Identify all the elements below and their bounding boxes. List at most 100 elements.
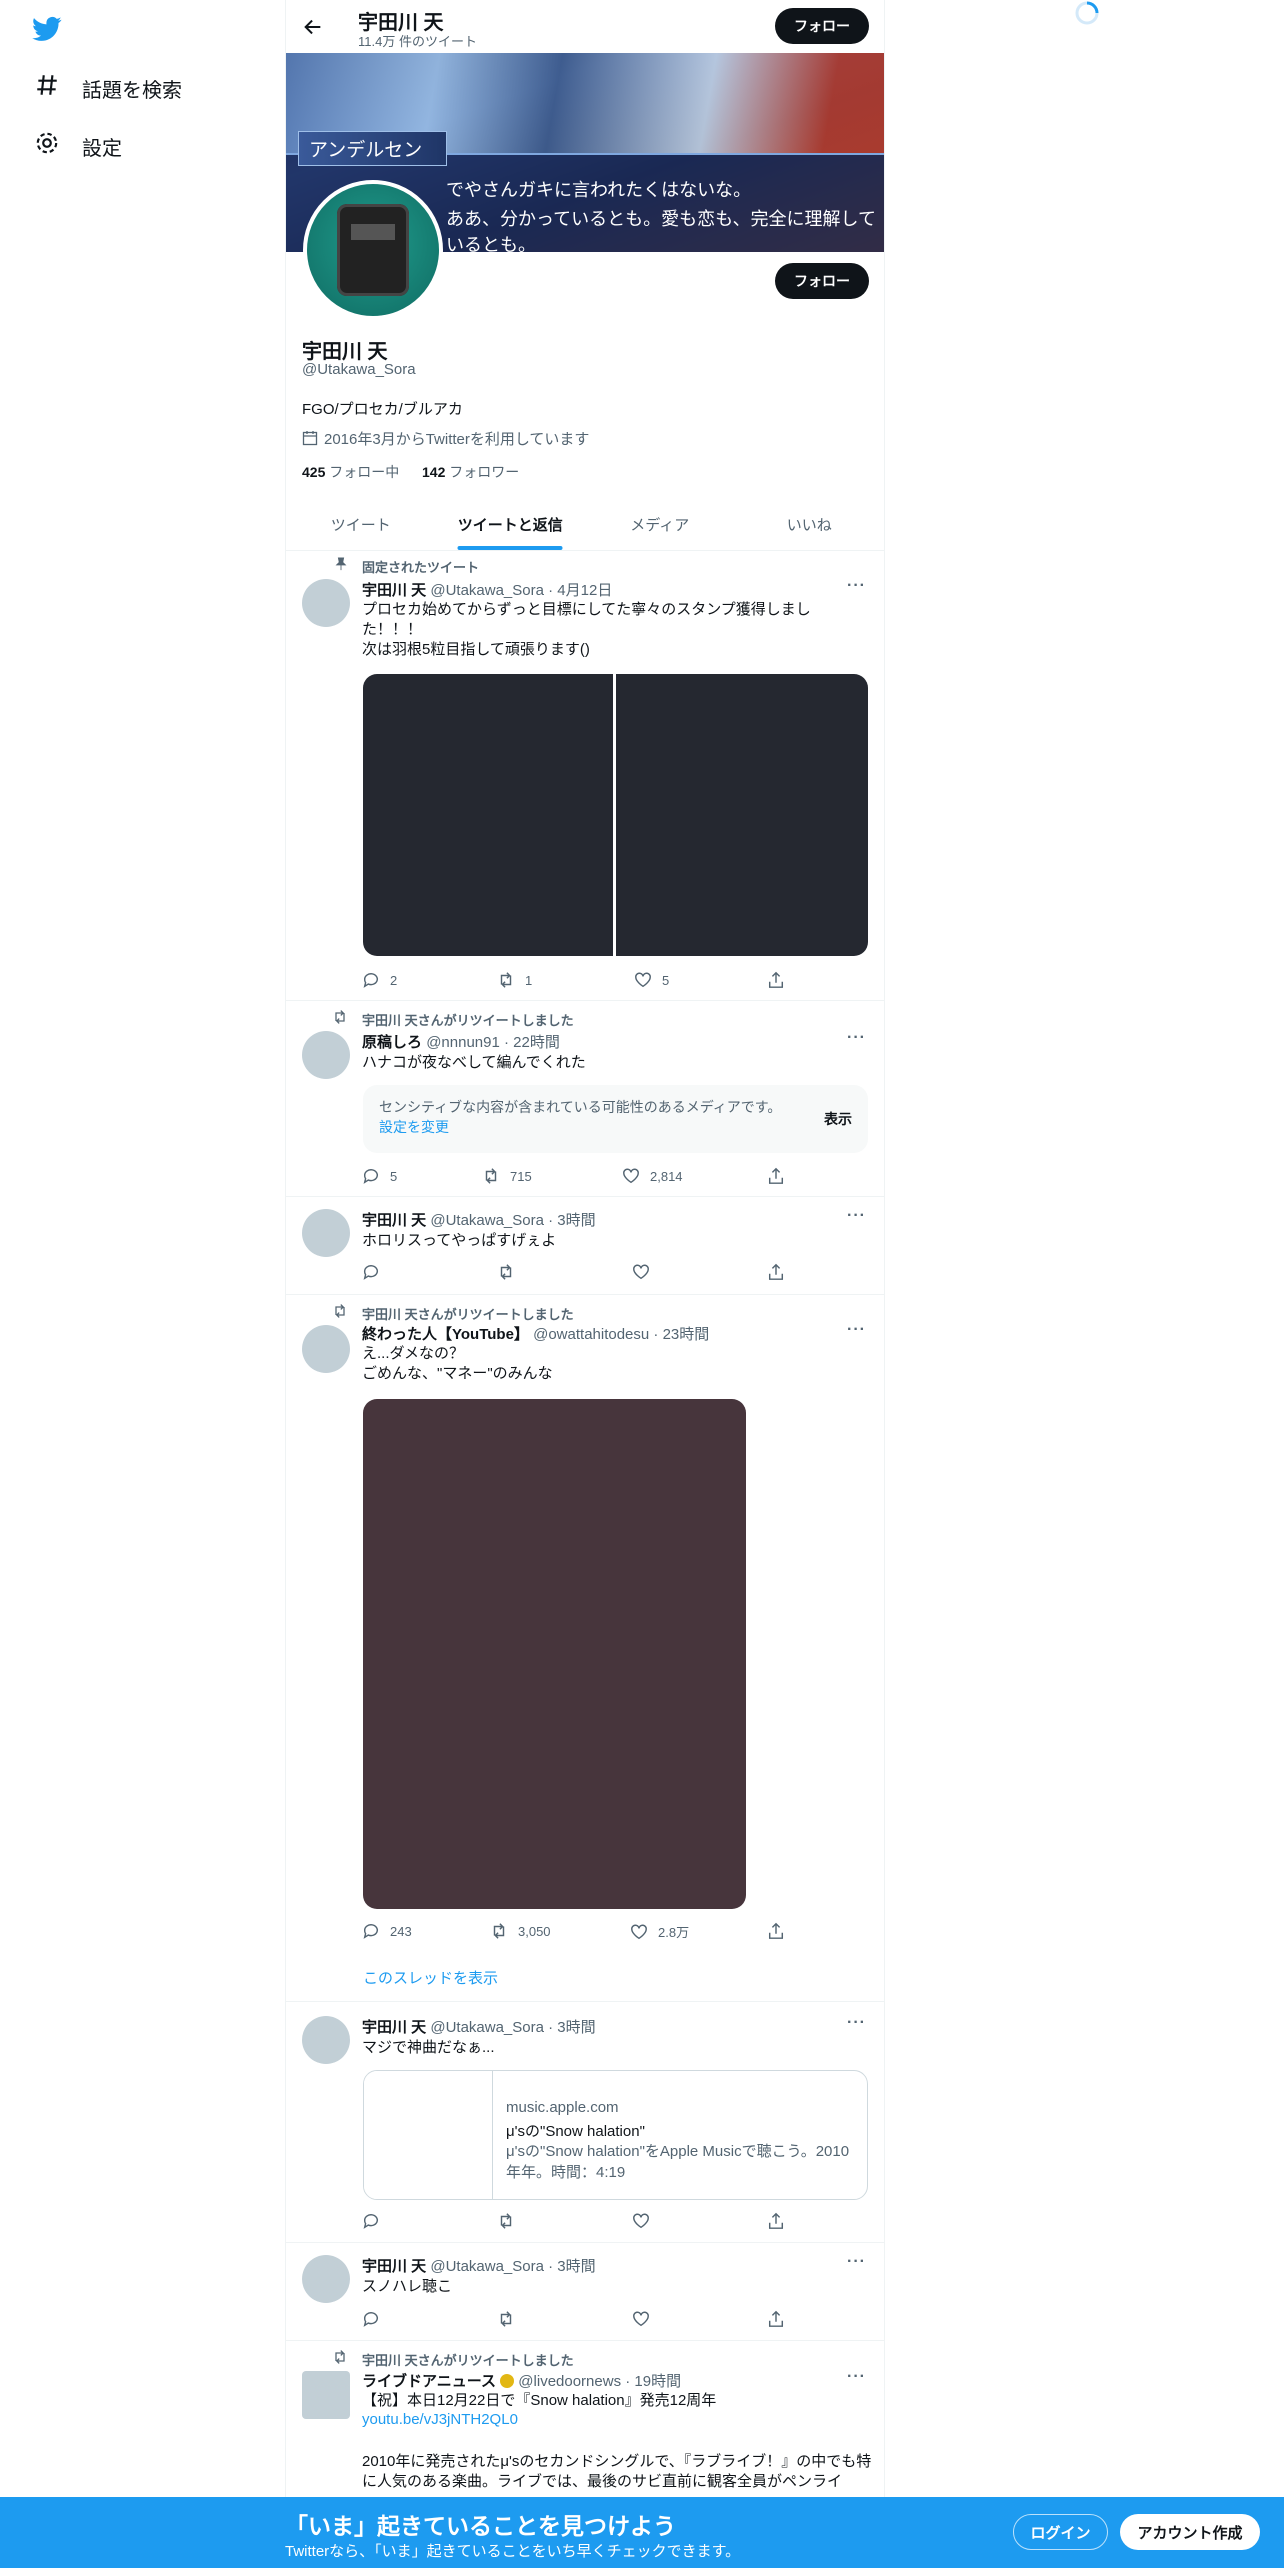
more-options-icon[interactable]: ··· [847,2253,866,2271]
verified-badge-icon [500,2374,515,2388]
like-count: 5 [662,972,670,988]
tweet-link-card[interactable]: 宇田川 天 @Utakawa_Sora · 3時間 ··· マジで神曲だなぁ..… [286,2002,884,2243]
twitter-logo-icon[interactable] [30,14,64,44]
reply-button[interactable]: 2 [362,971,397,989]
tweet-media[interactable] [363,1399,746,1909]
tweet-author-name[interactable]: 原稿しろ [362,1034,422,1051]
share-button[interactable] [767,1922,785,1940]
tweet-text: マジで神曲だなぁ... [362,2039,495,2056]
tweet-retweet-sensitive[interactable]: 宇田川 天さんがリツイートしました 原稿しろ @nnnun91 · 22時間 ·… [286,1001,884,1197]
tweet-header: 宇田川 天 @Utakawa_Sora · 3時間 [362,2016,596,2037]
back-arrow-icon[interactable] [302,16,324,38]
like-count: 2,814 [650,1168,683,1184]
tweet-author-name[interactable]: 宇田川 天 [362,1212,426,1229]
tweet-author-name[interactable]: 終わった人【YouTube】 [362,1326,529,1343]
profile-follow-button[interactable]: フォロー [775,263,869,299]
tweet-actions: 2 1 5 [362,971,792,991]
calendar-icon [302,430,318,446]
link-card[interactable]: music.apple.com μ'sの"Snow halation" μ'sの… [363,2070,868,2200]
avatar[interactable] [302,579,350,627]
retweet-button[interactable] [497,2310,515,2328]
reply-button[interactable]: 243 [362,1922,412,1940]
show-thread-link[interactable]: このスレッドを表示 [363,1967,498,1988]
followers-count: 142 [422,464,446,480]
tweet-header: ライブドアニュース @livedoornews · 19時間 [362,2370,681,2391]
profile-avatar[interactable] [303,180,443,320]
profile-following[interactable]: 425 フォロー中 [302,462,399,482]
tweet-author-name[interactable]: 宇田川 天 [362,582,426,599]
login-button[interactable]: ログイン [1013,2514,1108,2550]
reply-count: 2 [390,972,398,988]
following-count: 425 [302,464,326,480]
retweet-button[interactable] [497,1263,515,1281]
signup-bottom-bar: 「いま」起きていることを見つけよう Twitterなら、「いま」起きていることを… [0,2497,1284,2568]
sensitive-text: センシティブな内容が含まれている可能性のあるメディアです。 [379,1099,782,1115]
retweet-button[interactable] [497,2212,515,2230]
tweet-meta: @Utakawa_Sora · 4月12日 [430,582,613,599]
profile-followers[interactable]: 142 フォロワー [422,462,519,482]
share-button[interactable] [767,1263,785,1281]
more-options-icon[interactable]: ··· [847,1207,866,1225]
tweet-media-right[interactable] [616,674,868,956]
tweet-author-name[interactable]: ライブドアニュース [362,2373,496,2390]
tweet-context: 宇田川 天さんがリツイートしました [362,2353,574,2368]
like-button[interactable] [632,1263,650,1281]
tweet-pinned[interactable]: 固定されたツイート 宇田川 天 @Utakawa_Sora · 4月12日 ··… [286,551,884,1001]
reply-button[interactable] [362,2310,380,2328]
share-button[interactable] [767,2212,785,2230]
profile-header-bar: 宇田川 天 11.4万 件のツイート フォロー [286,0,884,53]
share-button[interactable] [767,2310,785,2328]
tab-media[interactable]: メディア [585,498,735,550]
like-button[interactable] [632,2310,650,2328]
hashtag-icon [34,72,60,104]
share-button[interactable] [767,971,785,989]
retweet-button[interactable]: 1 [497,971,532,989]
retweet-button[interactable]: 715 [482,1167,532,1185]
tweet-author-name[interactable]: 宇田川 天 [362,2258,426,2275]
change-settings-link[interactable]: 設定を変更 [379,1119,449,1135]
header-follow-button[interactable]: フォロー [775,8,869,44]
like-button[interactable]: 2,814 [622,1167,683,1185]
tweet-retweet-media[interactable]: 宇田川 天さんがリツイートしました 終わった人【YouTube】 @owatta… [286,1295,884,2002]
share-button[interactable] [767,1167,785,1185]
tweet-author-name[interactable]: 宇田川 天 [362,2019,426,2036]
tab-tweets-and-replies[interactable]: ツイートと返信 [436,498,586,550]
show-media-button[interactable]: 表示 [824,1109,852,1129]
avatar[interactable] [302,2371,350,2419]
reply-button[interactable]: 5 [362,1167,397,1185]
nav-settings[interactable]: 設定 [34,130,122,162]
avatar[interactable] [302,2255,350,2303]
profile-tabs: ツイート ツイートと返信 メディア いいね [286,498,884,551]
retweet-count: 715 [510,1168,532,1184]
link-card-description: μ'sの"Snow halation"をApple Musicで聴こう。2010… [506,2143,850,2181]
avatar[interactable] [302,1031,350,1079]
tab-tweets[interactable]: ツイート [286,498,436,550]
tweet-actions [362,1263,792,1283]
like-button[interactable]: 2.8万 [630,1922,689,1941]
like-button[interactable] [632,2212,650,2230]
more-options-icon[interactable]: ··· [847,577,866,595]
tab-likes[interactable]: いいね [735,498,885,550]
tweet-text-only[interactable]: 宇田川 天 @Utakawa_Sora · 3時間 ··· ホロリスってやっぱす… [286,1197,884,1295]
header-tweet-count: 11.4万 件のツイート [358,34,477,49]
reply-button[interactable] [362,2212,380,2230]
tweet-link[interactable]: youtu.be/vJ3jNTH2QL0 [362,2411,518,2428]
reply-button[interactable] [362,1263,380,1281]
more-options-icon[interactable]: ··· [847,1029,866,1047]
signup-button[interactable]: アカウント作成 [1120,2514,1260,2550]
more-options-icon[interactable]: ··· [847,1321,866,1339]
tweet-text-only[interactable]: 宇田川 天 @Utakawa_Sora · 3時間 ··· スノハレ聴こ [286,2243,884,2341]
retweet-button[interactable]: 3,050 [490,1922,551,1940]
link-card-domain: music.apple.com [506,2099,619,2116]
avatar[interactable] [302,1209,350,1257]
more-options-icon[interactable]: ··· [847,2014,866,2032]
tweet-context: 固定されたツイート [362,560,480,575]
more-options-icon[interactable]: ··· [847,2368,866,2386]
nav-explore[interactable]: 話題を検索 [34,72,182,104]
tweet-media-left[interactable] [363,674,613,956]
pin-icon [334,557,348,574]
avatar[interactable] [302,2016,350,2064]
tweet-header: 宇田川 天 @Utakawa_Sora · 4月12日 [362,579,612,600]
avatar[interactable] [302,1325,350,1373]
like-button[interactable]: 5 [634,971,669,989]
